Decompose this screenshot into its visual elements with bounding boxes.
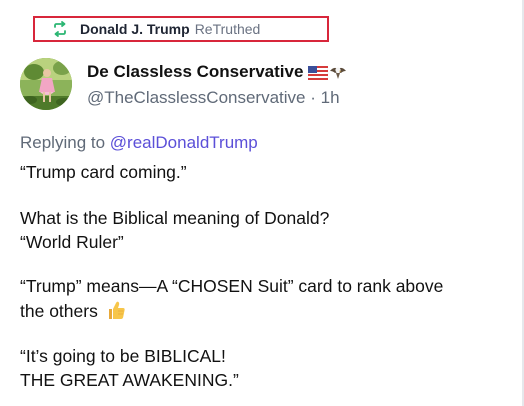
meta-separator: · (310, 88, 316, 107)
retruth-label: ReTruthed (194, 21, 261, 37)
retruth-icon (52, 21, 68, 37)
replying-to: Replying to @realDonaldTrump (20, 133, 258, 153)
post-text-line: “Trump” means—A “CHOSEN Suit” card to ra… (20, 276, 444, 296)
truth-post: Donald J. Trump ReTruthed De Classless C… (0, 0, 524, 406)
us-flag-icon (308, 65, 329, 81)
retruth-author-name[interactable]: Donald J. Trump (80, 21, 190, 37)
post-text-line: What is the Biblical meaning of Donald? (20, 208, 330, 228)
thumbs-up-icon (105, 299, 127, 321)
author-name-text[interactable]: De Classless Conservative (87, 62, 303, 82)
replying-to-prefix: Replying to (20, 133, 106, 152)
author-display-name[interactable]: De Classless Conservative (87, 62, 347, 82)
post-text-line-with-emoji: the others (20, 299, 127, 322)
post-text-line: “It’s going to be BIBLICAL! (20, 346, 226, 366)
avatar[interactable] (20, 58, 72, 110)
replying-to-mention[interactable]: @realDonaldTrump (110, 133, 258, 152)
author-handle[interactable]: @TheClasslessConservative (87, 88, 306, 107)
post-time[interactable]: 1h (321, 88, 340, 107)
post-text-line: “Trump card coming.” (20, 162, 187, 182)
post-text-line: THE GREAT AWAKENING.” (20, 370, 239, 390)
post-text-line: “World Ruler” (20, 232, 124, 252)
retruth-banner[interactable]: Donald J. Trump ReTruthed (33, 16, 329, 42)
author-meta: @TheClasslessConservative · 1h (87, 88, 340, 108)
post-text-line: the others (20, 301, 98, 321)
eagle-icon (329, 64, 347, 80)
